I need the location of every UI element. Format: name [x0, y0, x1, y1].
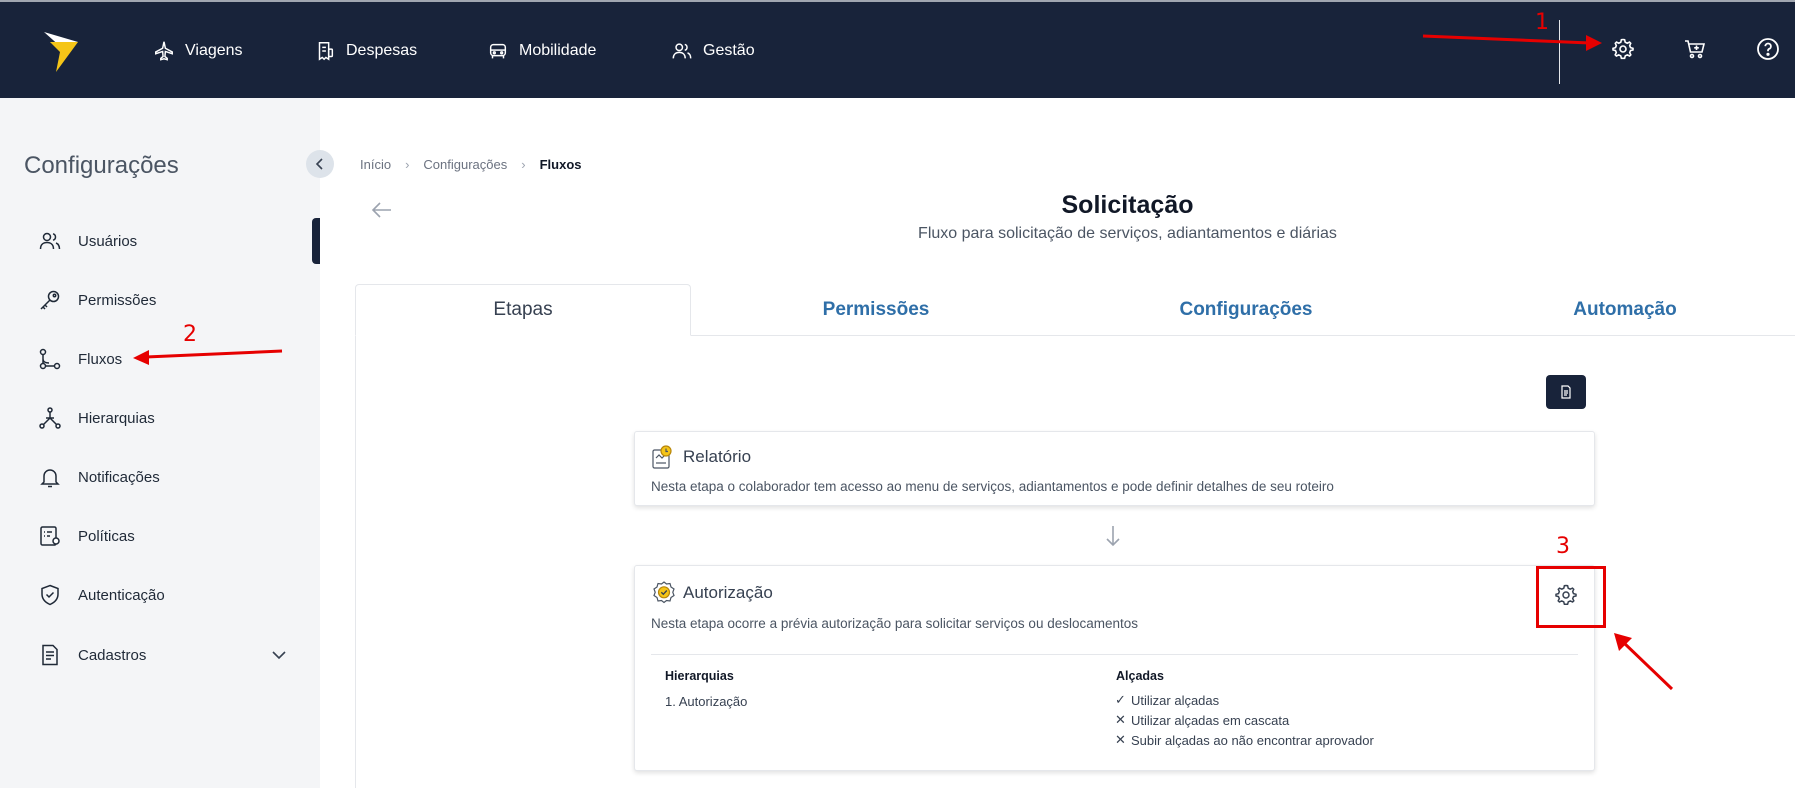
annotation-number-1: 1 [1535, 10, 1549, 35]
cart-icon [1685, 40, 1706, 59]
sidebar-item-label: Notificações [78, 468, 160, 486]
alcada-item: ✓ Utilizar alçadas [1114, 692, 1219, 708]
report-icon [652, 445, 672, 469]
sidebar-item-permissoes[interactable]: Permissões [38, 285, 288, 315]
card-description: Nesta etapa ocorre a prévia autorização … [651, 616, 1139, 631]
sidebar-item-label: Fluxos [78, 350, 123, 368]
settings-button[interactable] [1610, 36, 1636, 62]
tab-bar: Etapas Permissões Configurações Automaçã… [355, 284, 1795, 336]
x-icon: ✕ [1115, 732, 1126, 747]
sidebar-active-indicator [312, 218, 320, 264]
annotation-highlight-box [1536, 566, 1606, 628]
sidebar-item-label: Políticas [78, 527, 135, 545]
top-navbar: Viagens Despesas Mobilidade Gestão [0, 0, 1795, 98]
receipt-icon [318, 42, 334, 61]
tab-automacao[interactable]: Automação [1455, 284, 1795, 336]
gear-icon [1612, 38, 1634, 60]
alcada-item: ✕ Utilizar alçadas em cascata [1114, 712, 1289, 728]
breadcrumb-item-inicio[interactable]: Início [360, 157, 391, 172]
card-title: Relatório [683, 447, 752, 466]
sidebar-item-cadastros[interactable]: Cadastros [38, 640, 288, 670]
hierarquias-label: Hierarquias [665, 669, 734, 683]
sidebar-item-label: Permissões [78, 291, 157, 309]
x-icon: ✕ [1115, 712, 1126, 727]
chevron-left-icon [315, 158, 323, 170]
alcada-text: Utilizar alçadas em cascata [1131, 712, 1290, 728]
tab-configuracoes[interactable]: Configurações [1061, 284, 1431, 336]
stage-card-relatorio: Relatório Nesta etapa o colaborador tem … [634, 431, 1595, 506]
badge-check-icon [653, 581, 675, 604]
collapse-sidebar-button[interactable] [306, 150, 334, 178]
sidebar-title: Configurações [24, 152, 179, 179]
flow-icon [39, 348, 61, 370]
chevron-down-icon[interactable] [270, 646, 288, 664]
shield-icon [41, 584, 59, 606]
sidebar-item-label: Autenticação [78, 586, 165, 604]
sidebar-item-politicas[interactable]: Políticas [38, 521, 288, 551]
breadcrumb: Início › Configurações › Fluxos [360, 157, 582, 172]
breadcrumb-separator: › [521, 157, 526, 172]
page-subtitle: Fluxo para solicitação de serviços, adia… [918, 225, 1337, 242]
nav-label: Despesas [346, 42, 418, 59]
arrow-down-icon [1106, 526, 1120, 547]
sidebar-item-usuarios[interactable]: Usuários [38, 226, 288, 256]
help-icon [1757, 38, 1779, 60]
hierarquias-value: 1. Autorização [665, 694, 748, 709]
policy-icon [40, 526, 60, 546]
sidebar-item-label: Hierarquias [78, 409, 155, 427]
back-arrow-icon[interactable] [370, 198, 394, 222]
breadcrumb-item-configuracoes[interactable]: Configurações [423, 157, 507, 172]
alcadas-label: Alçadas [1116, 669, 1164, 683]
nav-label: Mobilidade [519, 42, 597, 59]
bell-icon [40, 469, 60, 488]
nav-despesas[interactable]: Despesas [314, 36, 417, 66]
tab-permissoes[interactable]: Permissões [691, 284, 1061, 336]
sidebar-item-autenticacao[interactable]: Autenticação [38, 580, 288, 610]
annotation-number-2: 2 [183, 322, 197, 347]
card-header: Relatório [651, 444, 751, 470]
card-divider [651, 654, 1578, 655]
alcada-text: Utilizar alçadas [1131, 692, 1220, 708]
card-description: Nesta etapa o colaborador tem acesso ao … [651, 479, 1334, 494]
sidebar-item-notificacoes[interactable]: Notificações [38, 462, 288, 492]
card-header: Autorização [651, 580, 773, 606]
document-icon [1561, 385, 1571, 399]
nav-label: Viagens [185, 42, 243, 59]
nav-label: Gestão [703, 42, 755, 59]
users-icon [672, 43, 692, 59]
page-title: Solicitação [1061, 191, 1194, 219]
sidebar-item-hierarquias[interactable]: Hierarquias [38, 403, 288, 433]
nav-mobilidade[interactable]: Mobilidade [487, 36, 596, 66]
tab-etapas[interactable]: Etapas [355, 284, 691, 336]
alcada-text: Subir alçadas ao não encontrar aprovador [1131, 732, 1374, 748]
alcada-item: ✕ Subir alçadas ao não encontrar aprovad… [1114, 732, 1374, 748]
help-button[interactable] [1755, 36, 1781, 62]
stage-card-autorizacao: Autorização Nesta etapa ocorre a prévia … [634, 565, 1595, 771]
breadcrumb-separator: › [405, 157, 410, 172]
nav-gestao[interactable]: Gestão [671, 36, 755, 66]
users-icon [39, 232, 61, 250]
hierarchy-icon [39, 407, 61, 429]
annotation-number-3: 3 [1556, 534, 1570, 559]
car-icon [489, 43, 507, 59]
breadcrumb-item-fluxos: Fluxos [539, 157, 582, 172]
document-icon [42, 644, 58, 666]
airplane-icon [155, 41, 173, 61]
sidebar-item-label: Usuários [78, 232, 138, 250]
sidebar-item-label: Cadastros [78, 646, 147, 664]
cart-button[interactable] [1682, 36, 1708, 62]
card-title: Autorização [683, 583, 773, 602]
check-icon: ✓ [1115, 692, 1126, 707]
key-icon [40, 290, 60, 310]
navbar-divider [1559, 20, 1560, 84]
logo-icon[interactable] [42, 28, 80, 74]
sidebar: Configurações Usuários Permissões Fluxos… [0, 98, 334, 788]
nav-viagens[interactable]: Viagens [153, 36, 243, 66]
document-button[interactable] [1546, 375, 1586, 409]
sidebar-item-fluxos[interactable]: Fluxos [38, 344, 288, 374]
